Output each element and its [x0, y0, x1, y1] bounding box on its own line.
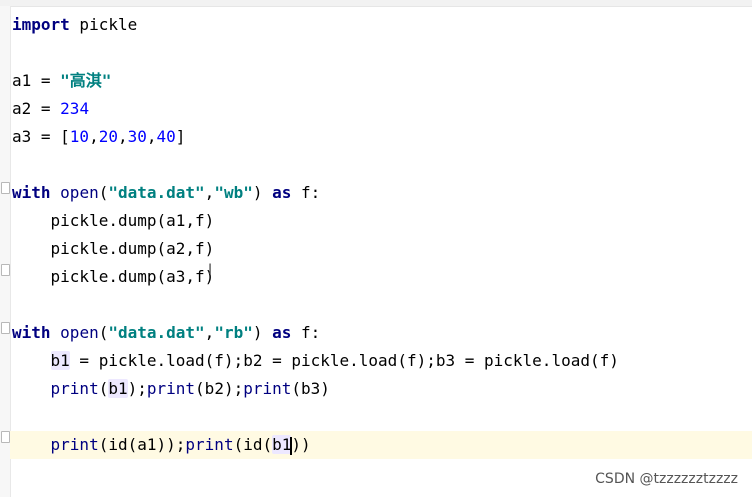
fold-marker-icon[interactable] [1, 431, 10, 443]
code-line-3[interactable]: a1 = "高淇" [12, 67, 111, 95]
variable-highlight: b1 [50, 351, 70, 370]
code-editor[interactable]: import pickle a1 = "高淇" a2 = 234 a3 = [1… [0, 0, 752, 497]
code-line-7[interactable]: with open("data.dat","wb") as f: [12, 179, 320, 207]
code-line-14[interactable]: print(b1);print(b2);print(b3) [12, 375, 330, 403]
fold-end-icon[interactable] [1, 264, 10, 276]
code-line-16-current[interactable]: print(id(a1));print(id(b1)) [10, 431, 752, 459]
code-line-5[interactable]: a3 = [10,20,30,40] [12, 123, 185, 151]
code-line-4[interactable]: a2 = 234 [12, 95, 89, 123]
mouse-ibeam-cursor-icon: I [208, 262, 213, 278]
code-line-10[interactable]: pickle.dump(a3,f) [12, 263, 215, 291]
code-line-12[interactable]: with open("data.dat","rb") as f: [12, 319, 320, 347]
watermark: CSDN @tzzzzzztzzzz [595, 471, 738, 487]
variable-highlight: b1 [108, 379, 128, 398]
variable-highlight: b1 [272, 435, 292, 454]
editor-top-border [0, 0, 752, 7]
fold-marker-icon[interactable] [1, 182, 10, 194]
fold-marker-icon[interactable] [1, 322, 10, 334]
code-line-8[interactable]: pickle.dump(a1,f) [12, 207, 215, 235]
code-line-9[interactable]: pickle.dump(a2,f) [12, 235, 215, 263]
code-line-1[interactable]: import pickle [12, 11, 137, 39]
code-line-13[interactable]: b1 = pickle.load(f);b2 = pickle.load(f);… [12, 347, 619, 375]
editor-gutter [0, 6, 11, 497]
